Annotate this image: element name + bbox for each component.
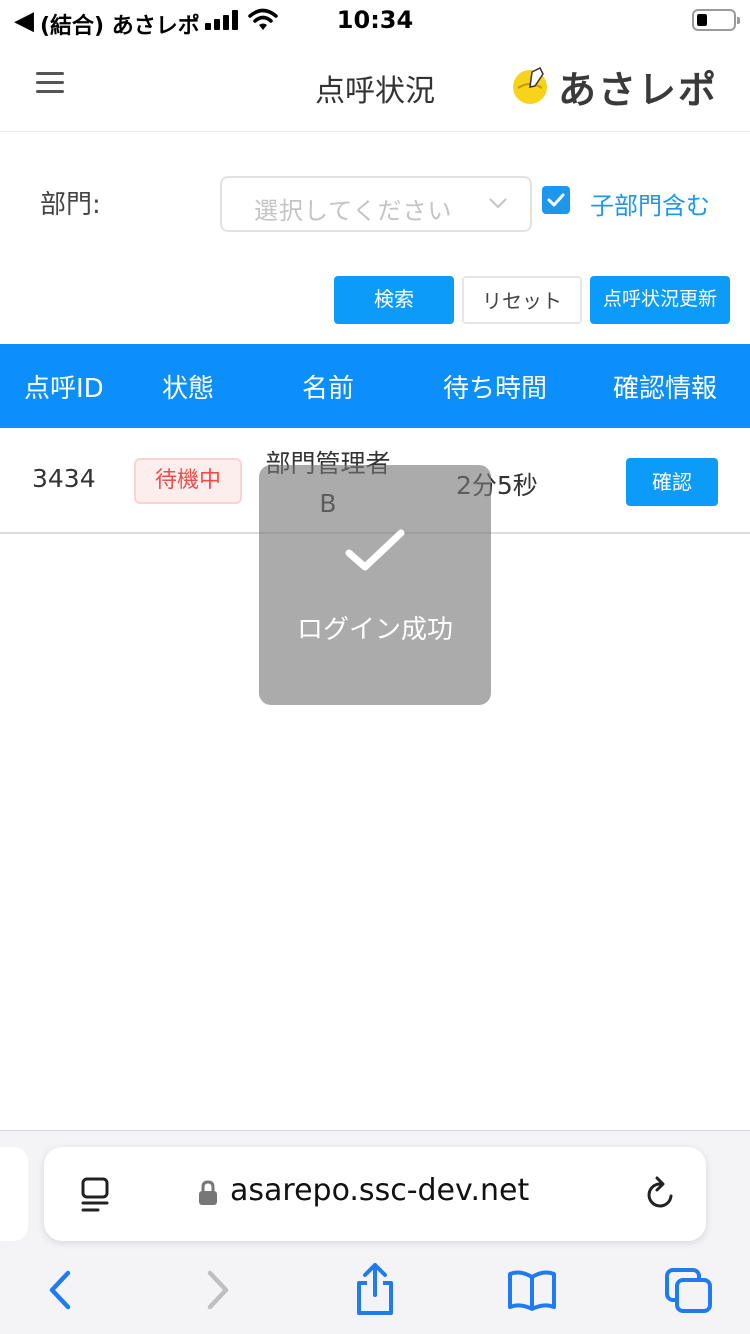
tabs-icon[interactable] bbox=[664, 1267, 714, 1315]
browser-toolbar: asarepo.ssc-dev.net bbox=[0, 1130, 750, 1334]
toast-message: ログイン成功 bbox=[296, 615, 453, 645]
logo-icon bbox=[512, 66, 547, 104]
url-text: asarepo.ssc-dev.net bbox=[230, 1173, 530, 1208]
status-badge: 待機中 bbox=[134, 458, 242, 504]
share-icon[interactable] bbox=[354, 1261, 396, 1317]
app-header: 点呼状況 あさレポ bbox=[0, 40, 750, 132]
forward-icon[interactable] bbox=[204, 1267, 234, 1313]
reset-button[interactable]: リセット bbox=[462, 276, 582, 324]
dept-label: 部門: bbox=[40, 190, 101, 220]
column-header-confirm: 確認情報 bbox=[613, 374, 718, 404]
back-icon[interactable] bbox=[44, 1267, 74, 1313]
dept-select-placeholder: 選択してください bbox=[254, 197, 453, 225]
address-bar[interactable]: asarepo.ssc-dev.net bbox=[44, 1147, 706, 1241]
table-header: 点呼ID 状態 名前 待ち時間 確認情報 bbox=[0, 344, 750, 428]
chevron-down-icon bbox=[489, 198, 507, 209]
column-header-wait: 待ち時間 bbox=[443, 374, 548, 404]
confirm-button[interactable]: 確認 bbox=[626, 458, 718, 506]
bookmarks-icon[interactable] bbox=[506, 1269, 558, 1313]
app-logo: あさレポ bbox=[510, 64, 718, 112]
row-id: 3434 bbox=[32, 464, 96, 493]
previous-tab-preview[interactable] bbox=[0, 1147, 28, 1241]
column-header-name: 名前 bbox=[302, 374, 355, 404]
login-success-toast: ログイン成功 bbox=[259, 465, 491, 705]
clock: 10:34 bbox=[336, 6, 414, 34]
dept-select[interactable]: 選択してください bbox=[220, 176, 532, 232]
include-children-label[interactable]: 子部門含む bbox=[590, 186, 710, 221]
reload-icon[interactable] bbox=[644, 1175, 678, 1213]
reader-icon[interactable] bbox=[80, 1177, 112, 1213]
column-header-id: 点呼ID bbox=[24, 374, 104, 404]
search-button[interactable]: 検索 bbox=[334, 276, 454, 324]
checkmark-icon bbox=[547, 193, 565, 207]
column-header-status: 状態 bbox=[162, 374, 215, 404]
update-status-button[interactable]: 点呼状況更新 bbox=[590, 276, 730, 324]
check-icon bbox=[345, 529, 405, 571]
include-children-checkbox[interactable] bbox=[542, 186, 570, 214]
battery-icon bbox=[692, 9, 740, 31]
lock-icon bbox=[199, 1180, 217, 1205]
logo-text: あさレポ bbox=[557, 67, 718, 112]
status-bar: ◀ (結合) あさレポ 10:34 bbox=[0, 0, 750, 40]
